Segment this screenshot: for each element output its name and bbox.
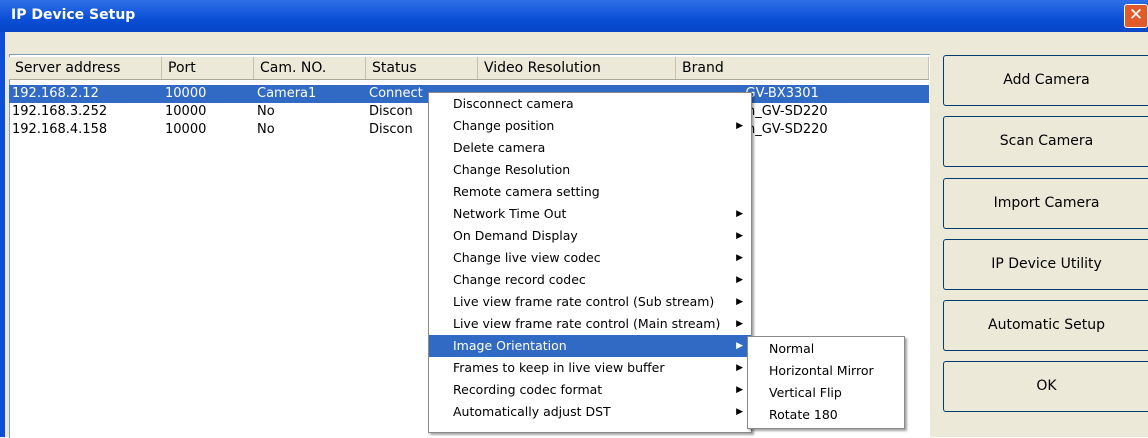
submenu-arrow-icon: ▶ [736, 209, 743, 219]
cell-port: 10000 [165, 122, 207, 137]
menu-item-remote-camera-setting[interactable]: Remote camera setting [429, 181, 751, 203]
submenu-arrow-icon: ▶ [736, 319, 743, 329]
submenu-arrow-icon: ▶ [736, 385, 743, 395]
column-header-port[interactable]: Port [162, 57, 254, 79]
submenu-item-rotate-180[interactable]: Rotate 180 [748, 404, 904, 426]
menu-item-disconnect-camera[interactable]: Disconnect camera [429, 93, 751, 115]
list-header: Server address Port Cam. NO. Status Vide… [9, 57, 929, 80]
ok-button[interactable]: OK [943, 361, 1148, 412]
cell-status: Discon [369, 122, 413, 137]
cell-brand: on_GV-SD220 [739, 104, 828, 119]
menu-item-image-orientation[interactable]: Image Orientation ▶ [429, 335, 751, 357]
import-camera-button[interactable]: Import Camera [943, 178, 1148, 229]
action-panel: Add Camera Scan Camera Import Camera IP … [933, 47, 1148, 437]
submenu-item-normal[interactable]: Normal [748, 338, 904, 360]
menu-item-frames-to-keep[interactable]: Frames to keep in live view buffer ▶ [429, 357, 751, 379]
cell-status: Discon [369, 104, 413, 119]
submenu-arrow-icon: ▶ [736, 231, 743, 241]
submenu-arrow-icon: ▶ [736, 363, 743, 373]
window-title: IP Device Setup [11, 7, 136, 23]
submenu-arrow-icon: ▶ [736, 341, 743, 351]
cell-status: Connect [369, 86, 423, 101]
submenu-arrow-icon: ▶ [736, 253, 743, 263]
menu-item-on-demand-display[interactable]: On Demand Display ▶ [429, 225, 751, 247]
cell-brand: on_GV-SD220 [739, 122, 828, 137]
cell-cam-no: Camera1 [257, 86, 317, 101]
menu-item-recording-codec-format[interactable]: Recording codec format ▶ [429, 379, 751, 401]
menu-item-delete-camera[interactable]: Delete camera [429, 137, 751, 159]
cell-cam-no: No [257, 122, 275, 137]
cell-cam-no: No [257, 104, 275, 119]
cell-server-address: 192.168.2.12 [12, 86, 99, 101]
submenu-arrow-icon: ▶ [736, 275, 743, 285]
column-header-cam-no[interactable]: Cam. NO. [254, 57, 366, 79]
menu-item-change-resolution[interactable]: Change Resolution [429, 159, 751, 181]
menu-item-change-position[interactable]: Change position ▶ [429, 115, 751, 137]
close-icon[interactable]: ✕ [1124, 4, 1148, 28]
submenu-arrow-icon: ▶ [736, 407, 743, 417]
ip-device-utility-button[interactable]: IP Device Utility [943, 239, 1148, 290]
cell-port: 10000 [165, 104, 207, 119]
cell-server-address: 192.168.3.252 [12, 104, 108, 119]
window-frame [0, 32, 5, 437]
menu-item-network-time-out[interactable]: Network Time Out ▶ [429, 203, 751, 225]
add-camera-button[interactable]: Add Camera [943, 55, 1148, 106]
column-header-status[interactable]: Status [366, 57, 478, 79]
context-menu: Disconnect camera Change position ▶ Delet… [428, 92, 752, 433]
scan-camera-button[interactable]: Scan Camera [943, 116, 1148, 167]
menu-item-live-view-frame-rate-sub[interactable]: Live view frame rate control (Sub stream… [429, 291, 751, 313]
menu-item-auto-adjust-dst[interactable]: Automatically adjust DST ▶ [429, 401, 751, 423]
cell-port: 10000 [165, 86, 207, 101]
image-orientation-submenu: Normal Horizontal Mirror Vertical Flip R… [747, 336, 905, 429]
submenu-arrow-icon: ▶ [736, 121, 743, 131]
ip-device-setup-window: IP Device Setup ✕ Server address Port Ca… [0, 0, 1148, 438]
title-bar[interactable]: IP Device Setup ✕ [0, 0, 1148, 32]
submenu-item-horizontal-mirror[interactable]: Horizontal Mirror [748, 360, 904, 382]
submenu-arrow-icon: ▶ [736, 297, 743, 307]
submenu-item-vertical-flip[interactable]: Vertical Flip [748, 382, 904, 404]
menu-item-change-record-codec[interactable]: Change record codec ▶ [429, 269, 751, 291]
column-header-server-address[interactable]: Server address [9, 57, 162, 79]
menu-item-change-live-view-codec[interactable]: Change live view codec ▶ [429, 247, 751, 269]
menu-item-live-view-frame-rate-main[interactable]: Live view frame rate control (Main strea… [429, 313, 751, 335]
column-header-video-resolution[interactable]: Video Resolution [478, 57, 676, 79]
cell-server-address: 192.168.4.158 [12, 122, 108, 137]
column-header-brand[interactable]: Brand [676, 57, 929, 79]
automatic-setup-button[interactable]: Automatic Setup [943, 300, 1148, 351]
